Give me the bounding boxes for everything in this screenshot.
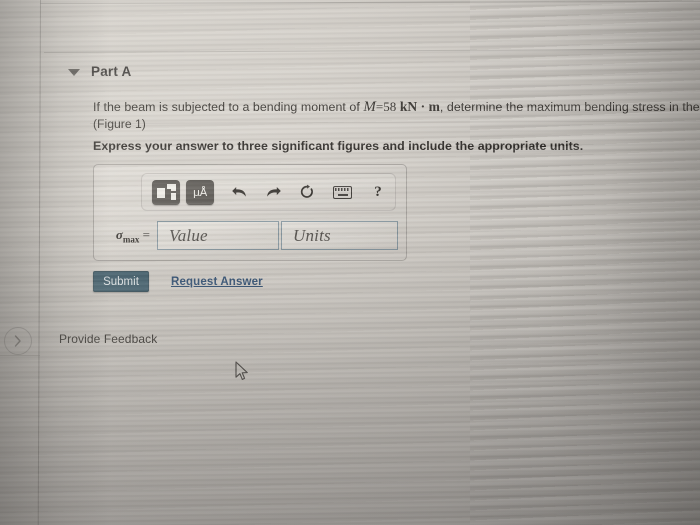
value-input[interactable]: Value	[157, 221, 279, 250]
part-a-header[interactable]: Part A	[68, 64, 131, 79]
math-template-icon	[156, 184, 176, 200]
question-prefix: If the beam is subjected to a bending mo…	[93, 100, 364, 114]
keyboard-icon	[332, 185, 352, 199]
sidebar-divider	[37, 0, 41, 525]
answer-toolbar: μÅ ?	[141, 173, 396, 211]
horizontal-rule-secondary	[43, 48, 700, 53]
micro-angstrom-icon: μÅ	[192, 185, 208, 199]
request-answer-link[interactable]: Request Answer	[171, 276, 263, 288]
undo-button[interactable]	[224, 179, 254, 205]
sidebar-rule	[0, 355, 40, 356]
question-text: If the beam is subjected to a bending mo…	[93, 99, 700, 132]
reset-icon	[299, 184, 315, 200]
units-input[interactable]: Units	[281, 221, 398, 250]
submit-button[interactable]: Submit	[93, 271, 149, 292]
page-content: Part A If the beam is subjected to a ben…	[0, 0, 700, 525]
moment-variable: M	[363, 99, 376, 115]
undo-icon	[231, 185, 248, 200]
math-template-button[interactable]	[152, 179, 180, 205]
chevron-right-icon	[14, 335, 22, 347]
question-suffix: , determine the maximum bending stress i…	[439, 100, 700, 114]
answer-symbol-label: σmax =	[102, 227, 157, 245]
caret-down-icon[interactable]	[68, 69, 80, 76]
redo-icon	[265, 185, 282, 200]
screenshot-root: Part A If the beam is subjected to a ben…	[0, 0, 700, 525]
horizontal-rule-top	[39, 0, 700, 4]
keyboard-button[interactable]	[327, 179, 357, 205]
figure-reference-link[interactable]: (Figure 1)	[93, 117, 700, 132]
mouse-cursor	[235, 361, 251, 383]
expand-panel-button[interactable]	[4, 327, 32, 355]
reset-button[interactable]	[292, 179, 322, 205]
help-button[interactable]: ?	[363, 179, 393, 205]
page-title: Part A	[91, 64, 132, 79]
moment-units: kN · m	[399, 99, 440, 114]
moment-value: 58	[383, 99, 397, 114]
units-placeholder: Units	[293, 225, 331, 245]
provide-feedback-link[interactable]: Provide Feedback	[59, 332, 157, 346]
answer-actions: Submit Request Answer	[93, 271, 263, 292]
answer-equals: =	[142, 226, 150, 242]
sigma-subscript: max	[122, 234, 140, 245]
answer-input-row: σmax = Value Units	[102, 221, 398, 250]
units-palette-button[interactable]: μÅ	[186, 179, 214, 205]
answer-instruction: Express your answer to three significant…	[93, 139, 584, 153]
question-line: If the beam is subjected to a bending mo…	[93, 99, 700, 116]
answer-widget: μÅ ? σmax = Value Units	[93, 164, 407, 261]
sigma-symbol: σ	[115, 226, 123, 242]
redo-button[interactable]	[258, 179, 288, 205]
value-placeholder: Value	[169, 225, 208, 245]
